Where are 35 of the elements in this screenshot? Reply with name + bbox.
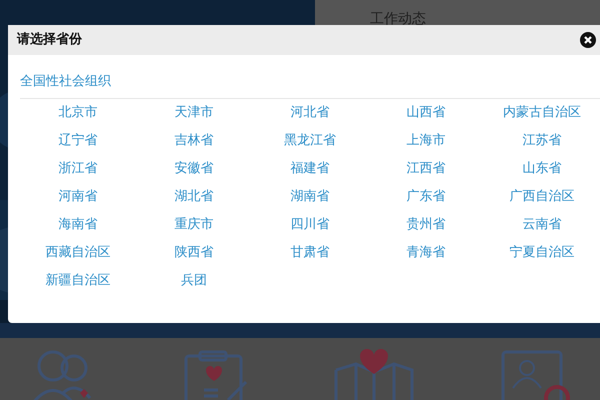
close-icon[interactable]	[580, 32, 596, 48]
national-link[interactable]: 全国性社会组织	[20, 74, 111, 89]
dialog-title: 请选择省份	[17, 31, 82, 50]
province-link[interactable]: 上海市	[406, 131, 446, 151]
province-link[interactable]: 河南省	[58, 187, 98, 207]
province-link[interactable]: 辽宁省	[58, 131, 98, 151]
province-link[interactable]: 海南省	[58, 215, 98, 235]
province-link[interactable]: 贵州省	[406, 215, 446, 235]
province-link[interactable]: 新疆自治区	[46, 271, 110, 291]
province-link[interactable]: 广西自治区	[510, 187, 574, 207]
province-link[interactable]: 江苏省	[522, 131, 562, 151]
province-link[interactable]: 安徽省	[174, 159, 214, 179]
province-link[interactable]: 青海省	[406, 243, 446, 263]
province-link[interactable]: 广东省	[406, 187, 446, 207]
province-link[interactable]: 浙江省	[58, 159, 98, 179]
province-link[interactable]: 北京市	[58, 103, 98, 123]
province-link[interactable]: 湖南省	[290, 187, 330, 207]
province-link[interactable]: 湖北省	[174, 187, 214, 207]
province-link[interactable]: 吉林省	[174, 131, 214, 151]
province-link[interactable]: 陕西省	[174, 243, 214, 263]
province-link[interactable]: 内蒙古自治区	[503, 103, 581, 123]
province-link[interactable]: 山东省	[522, 159, 562, 179]
province-link[interactable]: 西藏自治区	[46, 243, 110, 263]
province-link[interactable]: 四川省	[290, 215, 330, 235]
province-link[interactable]: 江西省	[406, 159, 446, 179]
province-link[interactable]: 兵团	[181, 271, 207, 291]
province-link[interactable]: 山西省	[406, 103, 446, 123]
province-link[interactable]: 福建省	[290, 159, 330, 179]
province-link[interactable]: 宁夏自治区	[510, 243, 574, 263]
province-link[interactable]: 天津市	[174, 103, 214, 123]
province-link[interactable]: 河北省	[290, 103, 330, 123]
province-link[interactable]: 重庆市	[174, 215, 214, 235]
province-link[interactable]: 黑龙江省	[284, 131, 336, 151]
province-link[interactable]: 甘肃省	[290, 243, 330, 263]
province-link[interactable]: 云南省	[522, 215, 562, 235]
